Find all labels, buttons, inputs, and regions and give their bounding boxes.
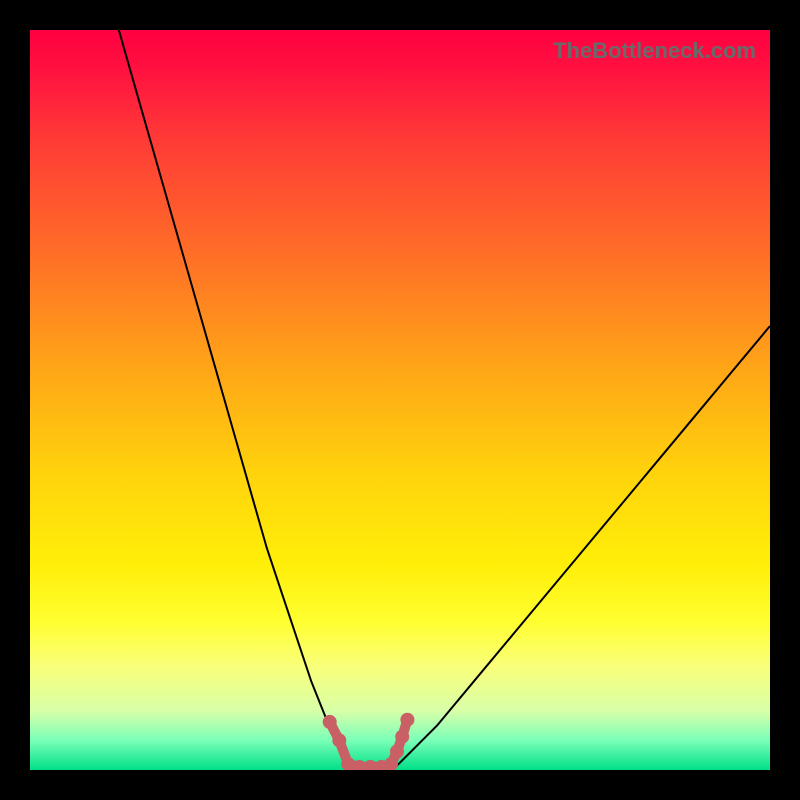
plot-area: TheBottleneck.com xyxy=(30,30,770,770)
chart-container: TheBottleneck.com xyxy=(0,0,800,800)
optimal-marker xyxy=(395,730,409,744)
optimal-marker xyxy=(390,745,404,759)
optimal-marker xyxy=(400,713,414,727)
curve-svg xyxy=(30,30,770,770)
bottleneck-curve xyxy=(119,30,770,770)
optimal-marker xyxy=(332,733,346,747)
optimal-marker xyxy=(323,715,337,729)
